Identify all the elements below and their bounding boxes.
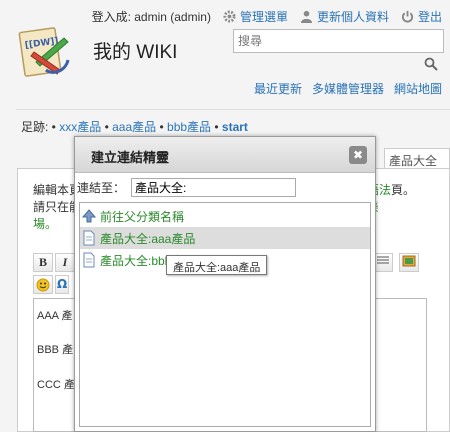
special-chars-button[interactable]: Ω <box>55 275 69 294</box>
smiley-icon <box>36 278 50 292</box>
media-manager-link[interactable]: 多媒體管理器 <box>312 80 384 97</box>
result-label: 產品大全:aaa產品 <box>100 231 196 246</box>
result-label: 前往父分類名稱 <box>100 209 185 224</box>
search-icon[interactable] <box>424 57 438 71</box>
logout-label[interactable]: 登出 <box>418 8 442 25</box>
user-icon <box>300 10 313 23</box>
gear-icon <box>223 10 236 23</box>
breadcrumb-current[interactable]: start <box>222 120 248 134</box>
admin-menu-link[interactable]: 管理選單 <box>223 8 288 25</box>
user-tools: 登入成: admin (admin) 管理選單 更新個人資料 登出 <box>92 8 442 25</box>
list-button[interactable] <box>373 253 393 272</box>
page-icon <box>83 230 95 246</box>
link-results-list[interactable]: 前往父分類名稱 產品大全:aaa產品 產品大全:bbb產品 <box>79 202 371 427</box>
svg-text:Ω: Ω <box>57 277 67 290</box>
smiley-button[interactable] <box>33 275 53 294</box>
close-button[interactable]: ✖ <box>349 146 367 164</box>
result-item-parent[interactable]: 前往父分類名稱 <box>80 205 370 227</box>
intro-text-tail: 頁。 <box>391 183 416 197</box>
breadcrumb: 足跡: • xxx產品 • aaa產品 • bbb產品 • start <box>21 120 248 134</box>
admin-menu-label[interactable]: 管理選單 <box>240 8 288 25</box>
breadcrumb-item[interactable]: xxx產品 <box>59 120 101 134</box>
site-tools: 最近更新 多媒體管理器 網站地圖 <box>254 80 442 97</box>
image-icon <box>402 255 416 267</box>
editor-line: AAA 產 <box>37 310 73 322</box>
search-input[interactable] <box>233 29 444 53</box>
editor-line: CCC 產 <box>37 379 75 391</box>
link-target-row: 連結至： <box>77 178 297 197</box>
list-icon <box>377 256 389 264</box>
result-tooltip: 產品大全:aaa產品 <box>166 255 268 275</box>
dokuwiki-logo[interactable]: [[DW]] <box>16 24 74 82</box>
sitemap-link[interactable]: 網站地圖 <box>394 80 442 97</box>
login-status: 登入成: admin (admin) <box>91 10 211 24</box>
image-button[interactable] <box>399 253 419 272</box>
link-target-label: 連結至： <box>77 181 126 195</box>
site-title[interactable]: 我的 WIKI <box>93 37 177 64</box>
playground-link-tail[interactable]: 場。 <box>33 217 57 231</box>
link-wizard-dialog: 建立連結精靈 ✖ 連結至： 前往父分類名稱 產品大全:aaa產品 產品大全:bb… <box>74 136 376 432</box>
dialog-header[interactable]: 建立連結精靈 ✖ <box>75 137 375 173</box>
link-target-input[interactable] <box>131 178 297 197</box>
breadcrumb-item[interactable]: bbb產品 <box>167 120 211 134</box>
page-id-tab: 產品大全 <box>384 148 450 169</box>
profile-link[interactable]: 更新個人資料 <box>300 8 389 25</box>
logout-link[interactable]: 登出 <box>401 8 442 25</box>
recent-changes-link[interactable]: 最近更新 <box>254 80 302 97</box>
power-icon <box>401 10 413 23</box>
dialog-title: 建立連結精靈 <box>91 150 170 165</box>
header-divider <box>16 109 450 110</box>
page-icon <box>83 252 95 268</box>
editor-line: BBB 產 <box>37 344 74 356</box>
up-arrow-icon <box>82 209 96 223</box>
result-item[interactable]: 產品大全:aaa產品 <box>80 227 370 249</box>
omega-icon: Ω <box>57 277 67 291</box>
profile-label[interactable]: 更新個人資料 <box>317 8 389 25</box>
breadcrumb-label: 足跡: <box>21 120 49 134</box>
breadcrumb-item[interactable]: aaa產品 <box>112 120 156 134</box>
italic-button[interactable]: I <box>55 253 75 272</box>
bold-button[interactable]: B <box>33 253 53 272</box>
